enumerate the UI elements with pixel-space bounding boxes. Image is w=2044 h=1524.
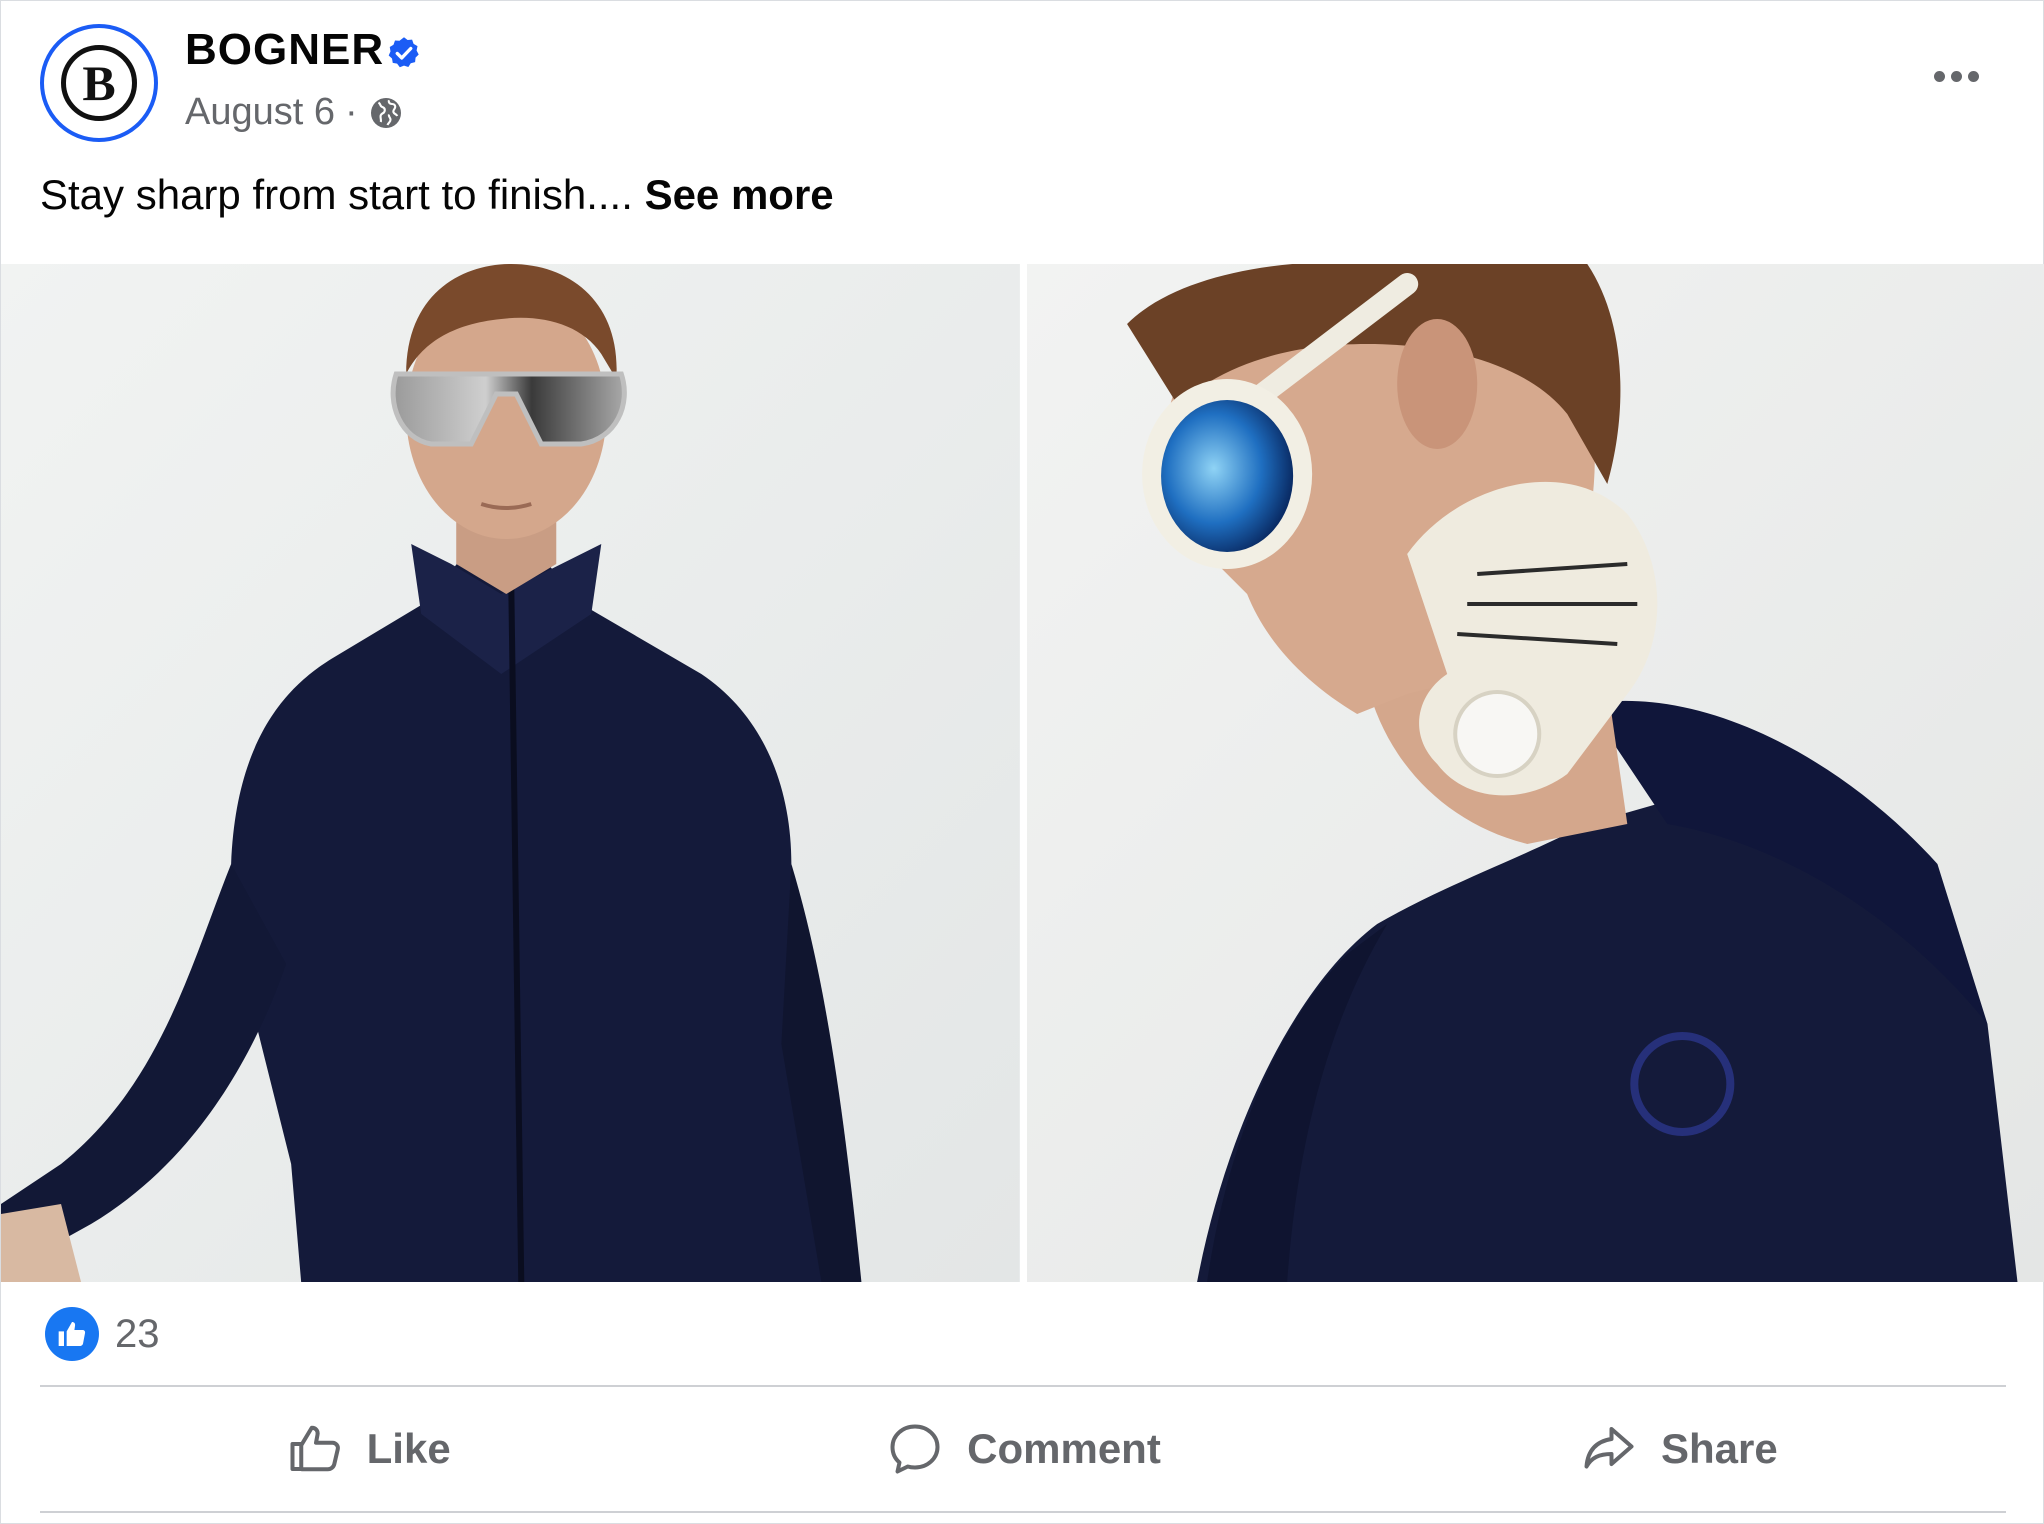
- like-button[interactable]: Like: [40, 1387, 695, 1511]
- globe-icon: [370, 97, 401, 128]
- photo-grid: [1, 264, 2044, 1282]
- reaction-summary[interactable]: 23: [45, 1307, 160, 1361]
- more-options-dot: [1950, 70, 1962, 82]
- post-date[interactable]: August 6: [185, 91, 335, 134]
- caption-text: Stay sharp from start to finish....: [40, 171, 633, 218]
- comment-label: Comment: [967, 1425, 1161, 1472]
- feed-post: B BOGNER August 6 · Stay sharp from star…: [0, 0, 2044, 1524]
- share-label: Share: [1660, 1425, 1778, 1472]
- like-icon: [290, 1425, 340, 1472]
- reaction-count: 23: [115, 1311, 160, 1356]
- post-header: B BOGNER August 6 ·: [1, 1, 2044, 161]
- share-icon: [1584, 1427, 1634, 1469]
- post-meta: August 6 ·: [185, 91, 404, 134]
- more-options-icon: [1933, 70, 1945, 82]
- comment-button[interactable]: Comment: [695, 1387, 1350, 1511]
- page-name-link[interactable]: BOGNER: [185, 25, 384, 75]
- bogner-logo: B: [61, 45, 137, 121]
- photo-1-image: [1, 264, 1020, 1282]
- verified-badge-icon: [388, 37, 419, 68]
- post-actions: Like Comment Share: [40, 1387, 2006, 1511]
- post-caption: Stay sharp from start to finish.... See …: [40, 171, 834, 219]
- meta-separator: ·: [345, 91, 358, 133]
- post-photo-1[interactable]: [1, 264, 1020, 1282]
- photo-2-image: [1026, 264, 2044, 1282]
- page-avatar[interactable]: B: [40, 24, 158, 142]
- more-options-dot: [1967, 70, 1979, 82]
- see-more-link[interactable]: See more: [645, 171, 834, 218]
- post-photo-2[interactable]: [1026, 264, 2044, 1282]
- thumbs-up-icon: [58, 1322, 86, 1346]
- share-button[interactable]: Share: [1351, 1387, 2006, 1511]
- like-reaction-icon: [45, 1307, 99, 1361]
- actions-bottom-divider: [40, 1511, 2006, 1513]
- comment-icon: [890, 1424, 940, 1474]
- more-options-button[interactable]: [1921, 51, 1991, 101]
- like-label: Like: [366, 1425, 451, 1472]
